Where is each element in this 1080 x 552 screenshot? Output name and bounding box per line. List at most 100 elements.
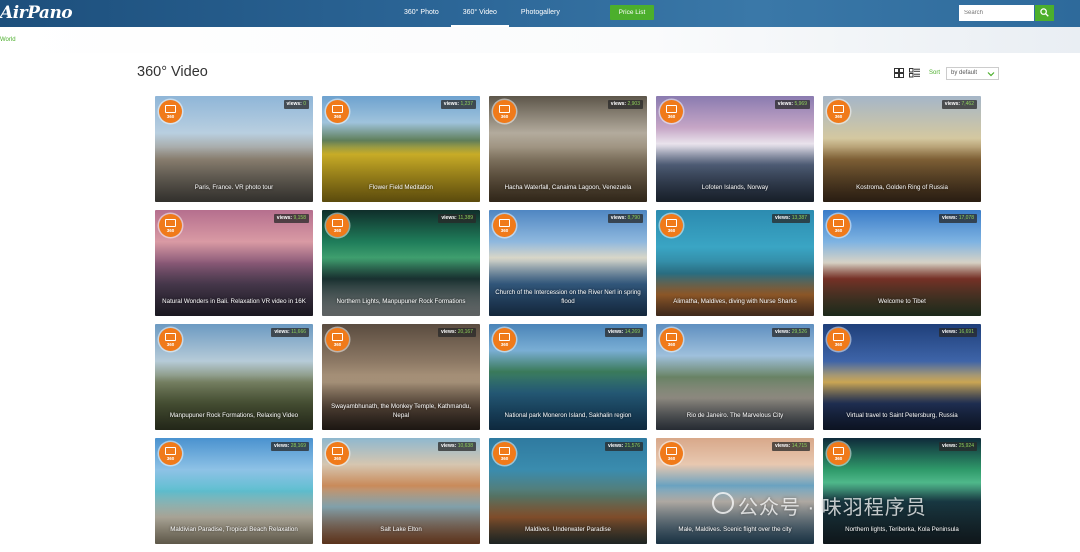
card-title[interactable]: Lofoten Islands, Norway [660, 184, 810, 193]
badge-frame [165, 219, 176, 227]
video-360-icon: 360 [827, 442, 850, 465]
views-label: views: [944, 101, 961, 107]
grid-view-icon[interactable] [894, 68, 904, 78]
card-title[interactable]: Kostroma, Golden Ring of Russia [827, 184, 977, 193]
breadcrumb-world[interactable]: World [0, 37, 16, 43]
video-card[interactable]: 360 views: 8,790 Church of the Intercessio… [489, 210, 647, 316]
views-label: views: [274, 329, 290, 335]
badge-text: 360 [667, 228, 676, 233]
card-shade [322, 489, 480, 544]
badge-text: 360 [834, 456, 843, 461]
views-badge: views: 9,158 [273, 214, 309, 223]
video-card[interactable]: 360 views: 10,638 Salt Lake Elton [322, 438, 480, 544]
video-360-icon: 360 [326, 100, 349, 123]
views-label: views: [276, 215, 293, 221]
badge-text: 360 [333, 342, 342, 347]
card-shade [489, 489, 647, 544]
video-card[interactable]: 360 views: 16,691 Virtual travel to Saint … [823, 324, 981, 430]
video-card[interactable]: 360 views: 9,158 Natural Wonders in Bali. … [155, 210, 313, 316]
nav-360-photo[interactable]: 360° Photo [392, 0, 451, 27]
video-card[interactable]: 360 views: 2,903 Hacha Waterfall, Canaima … [489, 96, 647, 202]
video-card[interactable]: 360 views: 0 Paris, France. VR photo tour [155, 96, 313, 202]
video-card[interactable]: 360 views: 28,169 Maldivian Paradise, Trop… [155, 438, 313, 544]
card-title[interactable]: Maldivian Paradise, Tropical Beach Relax… [159, 526, 309, 535]
video-card[interactable]: 360 views: 11,389 Northern Lights, Manpupu… [322, 210, 480, 316]
chevron-down-icon [987, 72, 995, 77]
video-card[interactable]: 360 views: 20,167 Swayambhunath, the Monke… [322, 324, 480, 430]
card-title[interactable]: Church of the Intercession on the River … [493, 289, 643, 306]
sort-select[interactable]: by default [946, 67, 999, 80]
views-badge: views: 14,715 [772, 442, 810, 451]
card-title[interactable]: Northern lights, Teriberka, Kola Peninsu… [827, 526, 977, 535]
video-card[interactable]: 360 views: 5,969 Lofoten Islands, Norway [656, 96, 814, 202]
views-count: 10,638 [457, 443, 473, 449]
card-title[interactable]: Manpupuner Rock Formations, Relaxing Vid… [159, 412, 309, 421]
views-badge: views: 11,666 [271, 328, 309, 337]
card-shade [489, 147, 647, 202]
views-count: 21,576 [624, 443, 640, 449]
list-view-icon[interactable] [909, 68, 920, 78]
watermark-text: 公众号 · 味羽程序员 [738, 497, 927, 519]
price-list-button[interactable]: Price List [610, 5, 654, 20]
views-badge: views: 14,269 [605, 328, 643, 337]
views-count: 11,389 [458, 215, 473, 221]
card-title[interactable]: Alimatha, Maldives, diving with Nurse Sh… [660, 298, 810, 307]
card-shade [489, 375, 647, 430]
card-title[interactable]: Swayambhunath, the Monkey Temple, Kathma… [326, 403, 476, 420]
video-card[interactable]: 360 views: 17,078 Welcome to Tibet [823, 210, 981, 316]
badge-frame [499, 333, 510, 341]
card-title[interactable]: Maldives. Underwater Paradise [493, 526, 643, 535]
badge-frame [833, 105, 844, 113]
card-title[interactable]: National park Moneron Island, Sakhalin r… [493, 412, 643, 421]
views-label: views: [441, 443, 457, 449]
card-shade [322, 147, 480, 202]
card-shade [155, 375, 313, 430]
views-badge: views: 7,462 [941, 100, 977, 109]
views-count: 17,078 [958, 215, 974, 221]
views-count: 14,269 [624, 329, 640, 335]
nav-photogallery[interactable]: Photogallery [509, 0, 572, 27]
video-360-icon: 360 [326, 442, 349, 465]
views-count: 8,790 [627, 215, 640, 221]
badge-frame [499, 447, 510, 455]
video-360-icon: 360 [827, 328, 850, 351]
card-title[interactable]: Natural Wonders in Bali. Relaxation VR v… [159, 298, 309, 307]
nav-360-video[interactable]: 360° Video [450, 0, 510, 27]
card-title[interactable]: Northern Lights, Manpupuner Rock Formati… [326, 298, 476, 307]
video-card[interactable]: 360 views: 11,666 Manpupuner Rock Formatio… [155, 324, 313, 430]
card-title[interactable]: Virtual travel to Saint Petersburg, Russ… [827, 412, 977, 421]
video-card[interactable]: 360 views: 14,269 National park Moneron Is… [489, 324, 647, 430]
header-subband [0, 27, 1080, 53]
badge-frame [833, 219, 844, 227]
search-input[interactable] [959, 5, 1034, 21]
card-title[interactable]: Flower Field Meditation [326, 184, 476, 193]
card-shade [656, 375, 814, 430]
video-card[interactable]: 360 views: 29,526 Rio de Janeiro. The Marv… [656, 324, 814, 430]
video-360-icon: 360 [326, 214, 349, 237]
badge-text: 360 [667, 456, 676, 461]
video-card[interactable]: 360 views: 21,576 Maldives. Underwater Par… [489, 438, 647, 544]
video-card[interactable]: 360 views: 1,237 Flower Field Meditation [322, 96, 480, 202]
views-badge: views: 25,924 [939, 442, 977, 451]
views-label: views: [775, 329, 791, 335]
video-card[interactable]: 360 views: 13,387 Alimatha, Maldives, divi… [656, 210, 814, 316]
card-title[interactable]: Rio de Janeiro. The Marvelous City [660, 412, 810, 421]
video-card[interactable]: 360 views: 7,462 Kostroma, Golden Ring of … [823, 96, 981, 202]
views-count: 0 [303, 101, 306, 107]
card-title[interactable]: Welcome to Tibet [827, 298, 977, 307]
badge-frame [666, 219, 677, 227]
badge-text: 360 [667, 342, 676, 347]
views-badge: views: 0 [283, 100, 309, 109]
badge-text: 360 [166, 456, 175, 461]
card-title[interactable]: Paris, France. VR photo tour [159, 184, 309, 193]
views-count: 7,462 [961, 101, 974, 107]
views-count: 29,526 [791, 329, 807, 335]
card-title[interactable]: Male, Maldives. Scenic flight over the c… [660, 526, 810, 535]
card-title[interactable]: Salt Lake Elton [326, 526, 476, 535]
search-button[interactable] [1035, 5, 1054, 21]
badge-frame [332, 447, 343, 455]
card-title[interactable]: Hacha Waterfall, Canaima Lagoon, Venezue… [493, 184, 643, 193]
airpano-logo[interactable]: AirPano [0, 3, 73, 23]
sort-value: by default [951, 70, 978, 76]
views-count: 13,387 [791, 215, 807, 221]
